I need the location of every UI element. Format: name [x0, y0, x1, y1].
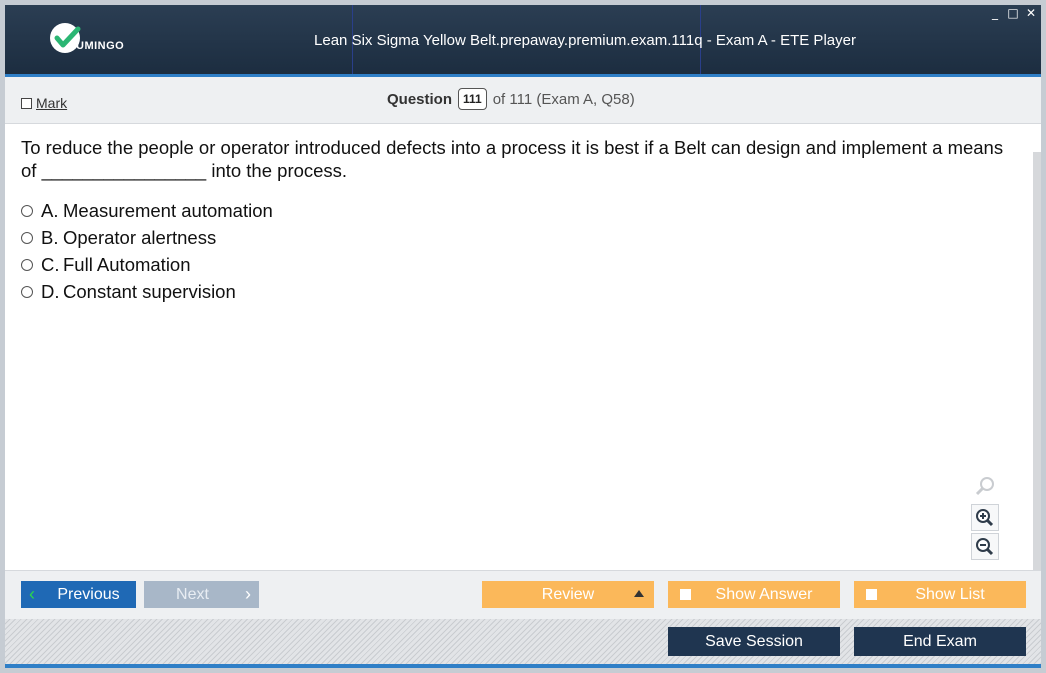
previous-button[interactable]: ‹ Previous — [21, 581, 136, 608]
radio-button[interactable] — [21, 204, 33, 217]
vertical-scrollbar[interactable] — [1033, 152, 1041, 570]
previous-label: Previous — [57, 585, 120, 603]
mark-checkbox[interactable]: Mark — [21, 95, 67, 111]
zoom-out-icon[interactable] — [971, 533, 999, 560]
accent-strip-bottom — [5, 664, 1041, 668]
title-bar: UMINGO Lean Six Sigma Yellow Belt.prepaw… — [5, 5, 1041, 74]
search-icon[interactable] — [971, 472, 999, 500]
show-answer-button[interactable]: Show Answer — [668, 581, 840, 608]
navigation-bar: ‹ Previous Next › Review Show Answer Sho… — [5, 570, 1041, 619]
answer-options: A. Measurement automation B. Operator al… — [21, 197, 273, 305]
window-title: Lean Six Sigma Yellow Belt.prepaway.prem… — [314, 32, 856, 49]
option-text: Constant supervision — [63, 280, 236, 302]
chevron-right-icon: › — [245, 584, 251, 604]
minimize-icon[interactable]: _ — [988, 6, 1002, 20]
checkbox-icon[interactable] — [866, 589, 877, 600]
option-letter: A. — [41, 199, 59, 221]
caret-up-icon — [634, 590, 644, 597]
review-button[interactable]: Review — [482, 581, 654, 608]
mark-label: Mark — [36, 95, 68, 111]
option-b[interactable]: B. Operator alertness — [21, 224, 273, 251]
option-letter: B. — [41, 226, 59, 248]
option-text: Measurement automation — [63, 199, 273, 221]
next-label: Next — [176, 585, 209, 603]
question-number-input[interactable]: 111 — [458, 88, 487, 110]
question-header: Mark Question 111 of 111 (Exam A, Q58) — [5, 77, 1041, 124]
question-panel: To reduce the people or operator introdu… — [5, 124, 1041, 570]
chevron-left-icon: ‹ — [29, 584, 35, 604]
footer-bar: Save Session End Exam — [5, 619, 1041, 664]
show-list-button[interactable]: Show List — [854, 581, 1026, 608]
option-d[interactable]: D. Constant supervision — [21, 278, 273, 305]
checkbox-icon[interactable] — [21, 97, 32, 109]
option-text: Operator alertness — [63, 226, 217, 248]
option-c[interactable]: C. Full Automation — [21, 251, 273, 278]
radio-button[interactable] — [21, 231, 33, 244]
window-controls: _ □ ✕ — [988, 6, 1038, 20]
option-letter: C. — [41, 253, 60, 275]
question-label: Question — [387, 90, 453, 108]
option-letter: D. — [41, 280, 60, 302]
application-window: UMINGO Lean Six Sigma Yellow Belt.prepaw… — [0, 0, 1046, 673]
checkbox-icon[interactable] — [680, 589, 691, 600]
end-exam-button[interactable]: End Exam — [854, 627, 1026, 656]
question-total: of 111 (Exam A, Q58) — [492, 90, 635, 108]
show-answer-label: Show Answer — [715, 585, 813, 603]
question-counter: Question 111 of 111 (Exam A, Q58) — [387, 88, 635, 110]
app-logo: UMINGO — [50, 23, 140, 57]
next-button[interactable]: Next › — [144, 581, 259, 608]
radio-button[interactable] — [21, 258, 33, 271]
radio-button[interactable] — [21, 285, 33, 298]
question-text: To reduce the people or operator introdu… — [21, 137, 1004, 181]
zoom-in-icon[interactable] — [971, 504, 999, 531]
show-list-label: Show List — [915, 585, 985, 603]
option-a[interactable]: A. Measurement automation — [21, 197, 273, 224]
save-session-button[interactable]: Save Session — [668, 627, 840, 656]
close-icon[interactable]: ✕ — [1024, 6, 1038, 20]
maximize-icon[interactable]: □ — [1006, 6, 1020, 20]
review-label: Review — [541, 585, 595, 603]
logo-text: UMINGO — [76, 40, 125, 52]
option-text: Full Automation — [63, 253, 191, 275]
